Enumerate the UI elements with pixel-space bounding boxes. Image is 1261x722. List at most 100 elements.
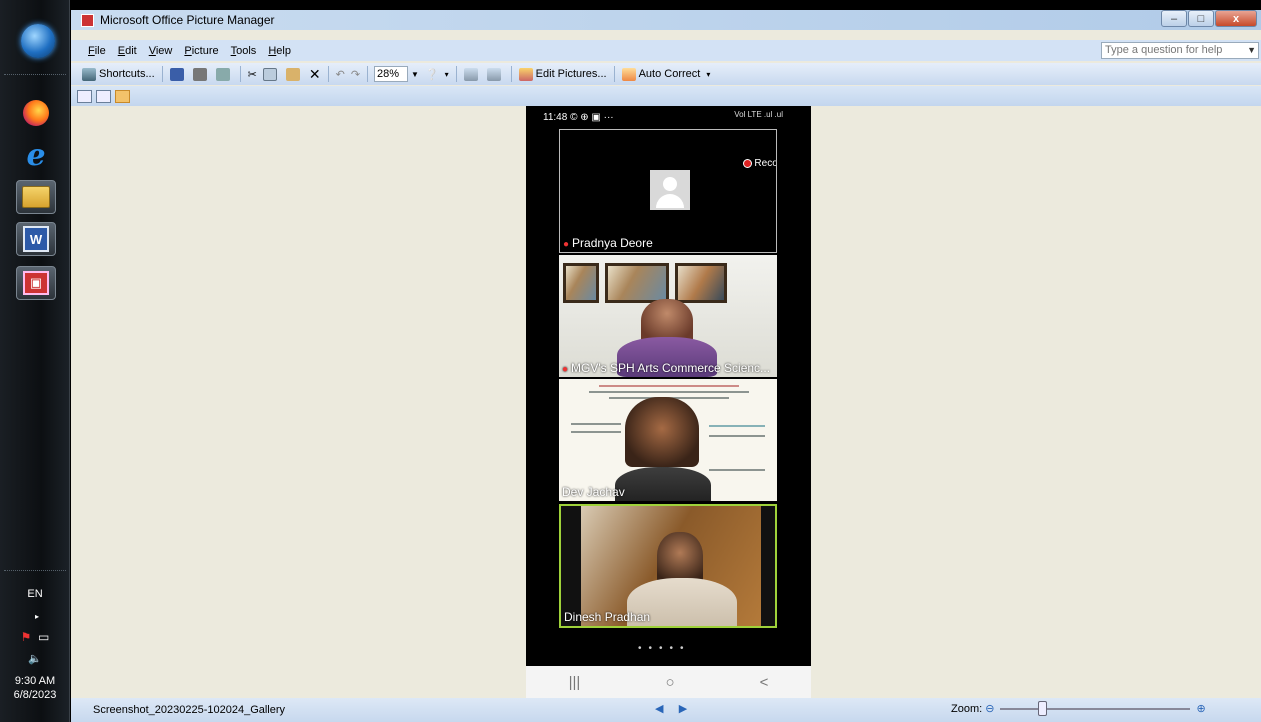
participant-video-head — [657, 532, 703, 584]
action-center-flag-icon[interactable]: ⚑ — [21, 630, 32, 644]
edit-pictures-button[interactable]: Edit Pictures... — [516, 65, 610, 83]
language-indicator[interactable]: EN — [0, 588, 70, 600]
zoom-in-icon[interactable]: ⊕ — [1196, 702, 1205, 715]
delete-button[interactable]: ✕ — [306, 65, 324, 83]
menu-picture-accelerator: P — [184, 44, 192, 57]
menu-tools[interactable]: Tools — [231, 45, 257, 57]
picture-canvas[interactable]: 11:48 © ⊕ ▣ ··· Vol LTE .ul .ul Recordin… — [71, 106, 1261, 698]
title-bar[interactable]: Microsoft Office Picture Manager – □ x — [71, 10, 1261, 30]
filmstrip-view-button[interactable] — [96, 89, 111, 103]
participant-tile-mgv: ● MGV's SPH Arts Commerce Scienc... — [559, 255, 777, 377]
menu-file-accelerator: F — [88, 44, 95, 57]
clock-date[interactable]: 6/8/2023 — [0, 689, 70, 701]
help-search-input[interactable]: Type a question for help ▼ — [1101, 42, 1259, 59]
zoom-out-icon[interactable]: ⊖ — [985, 702, 994, 715]
network-icon[interactable]: ▭ — [38, 630, 49, 644]
phone-signal-icons: Vol LTE .ul .ul — [734, 110, 783, 119]
volume-muted-icon[interactable]: 🔈 — [0, 652, 70, 665]
tray-expand-icon[interactable]: ▸ — [2, 612, 72, 621]
toolbar-separator — [239, 66, 241, 82]
toolbar-overflow-icon[interactable]: ▾ — [703, 65, 713, 83]
shortcuts-label: Shortcuts... — [99, 68, 155, 80]
menu-help[interactable]: Help — [268, 45, 291, 57]
clock-time[interactable]: 9:30 AM — [0, 675, 70, 687]
save-button[interactable] — [167, 65, 190, 83]
zoom-dropdown-icon[interactable]: ▼ — [408, 65, 422, 83]
internet-explorer-icon: e — [26, 137, 46, 173]
menu-file[interactable]: File — [88, 45, 106, 57]
toolbar-separator — [367, 66, 369, 82]
phone-status-bar: 11:48 © ⊕ ▣ ··· Vol LTE .ul .ul — [526, 106, 811, 128]
phone-status-time: 11:48 — [543, 111, 568, 123]
toolbar-options-icon[interactable]: ▾ — [442, 65, 452, 83]
undo-button[interactable]: ↶ — [333, 65, 348, 83]
cut-button[interactable]: ✂ — [245, 65, 260, 83]
menu-edit-label: dit — [125, 44, 137, 57]
next-picture-icon[interactable]: ▶ — [679, 703, 687, 715]
menu-edit-accelerator: E — [117, 44, 126, 57]
word-taskbar-button[interactable]: W — [16, 222, 56, 256]
email-button[interactable] — [213, 65, 236, 83]
window-controls: – □ x — [1160, 10, 1257, 27]
poster-text-line — [589, 391, 749, 393]
internet-explorer-taskbar-button[interactable]: e — [16, 137, 56, 173]
shortcuts-button[interactable]: Shortcuts... — [79, 65, 158, 83]
minimize-button[interactable]: – — [1161, 10, 1187, 27]
redo-icon: ↷ — [350, 68, 361, 81]
mic-muted-icon: ● — [563, 239, 570, 250]
picture-manager-icon: ▣ — [23, 271, 49, 295]
menu-picture[interactable]: Picture — [184, 45, 218, 57]
menu-view-label: iew — [155, 44, 173, 57]
recording-dot-icon — [743, 159, 753, 168]
firefox-icon — [23, 100, 49, 126]
zoom-slider[interactable] — [1000, 700, 1191, 716]
status-bar: Screenshot_20230225-102024_Gallery ◀ ▶ Z… — [71, 698, 1261, 722]
print-icon — [192, 67, 207, 81]
help-button[interactable]: ❔ — [422, 65, 442, 83]
previous-picture-icon[interactable]: ◀ — [655, 703, 663, 715]
home-icon: ○ — [665, 673, 675, 691]
page-indicator-dots: ••••• — [638, 643, 691, 654]
participant-name: MGV's SPH Arts Commerce Scienc... — [571, 361, 771, 375]
poster-text-line — [709, 425, 765, 427]
menu-edit[interactable]: Edit — [118, 45, 137, 57]
save-icon — [169, 67, 184, 81]
rotate-right-button[interactable] — [484, 65, 507, 83]
wall-frame-image — [605, 263, 669, 303]
mic-muted-icon: ● — [562, 364, 569, 375]
tray-icons[interactable]: ⚑ ▭ — [0, 630, 70, 644]
app-icon[interactable] — [81, 13, 94, 27]
poster-text-line — [571, 431, 621, 433]
close-button[interactable]: x — [1215, 10, 1257, 27]
redo-button[interactable]: ↷ — [348, 65, 363, 83]
auto-correct-label: Auto Correct — [638, 68, 701, 80]
default-avatar-icon — [650, 170, 690, 210]
zoom-slider-thumb[interactable] — [1038, 700, 1048, 716]
recent-apps-icon: ||| — [568, 673, 581, 691]
thumbnail-view-button[interactable] — [77, 89, 92, 103]
help-dropdown-icon[interactable]: ▼ — [1247, 43, 1256, 58]
auto-correct-button[interactable]: Auto Correct — [619, 65, 704, 83]
paste-button[interactable] — [283, 65, 306, 83]
file-explorer-taskbar-button[interactable] — [16, 180, 56, 214]
single-picture-view-button[interactable] — [115, 89, 130, 103]
email-icon — [215, 67, 230, 81]
zoom-select[interactable]: 28% — [374, 66, 409, 82]
back-icon: < — [759, 673, 769, 691]
participant-tile-dev: Dev Jachav — [559, 379, 777, 501]
copy-icon — [262, 67, 277, 81]
picture-manager-taskbar-button[interactable]: ▣ — [16, 266, 56, 300]
start-button[interactable] — [21, 24, 55, 58]
toolbar-separator — [455, 66, 457, 82]
rotate-left-button[interactable] — [461, 65, 484, 83]
maximize-button[interactable]: □ — [1188, 10, 1214, 27]
wall-frame-image — [563, 263, 599, 303]
help-search-placeholder: Type a question for help — [1105, 44, 1223, 56]
print-button[interactable] — [190, 65, 213, 83]
firefox-taskbar-button[interactable] — [16, 96, 56, 130]
menu-view[interactable]: View — [149, 45, 173, 57]
copy-button[interactable] — [260, 65, 283, 83]
participant-video-body — [615, 467, 711, 501]
participant-name-label: Dinesh Pradhan — [564, 610, 650, 624]
participant-name-label: ● Pradnya Deore — [563, 236, 653, 250]
